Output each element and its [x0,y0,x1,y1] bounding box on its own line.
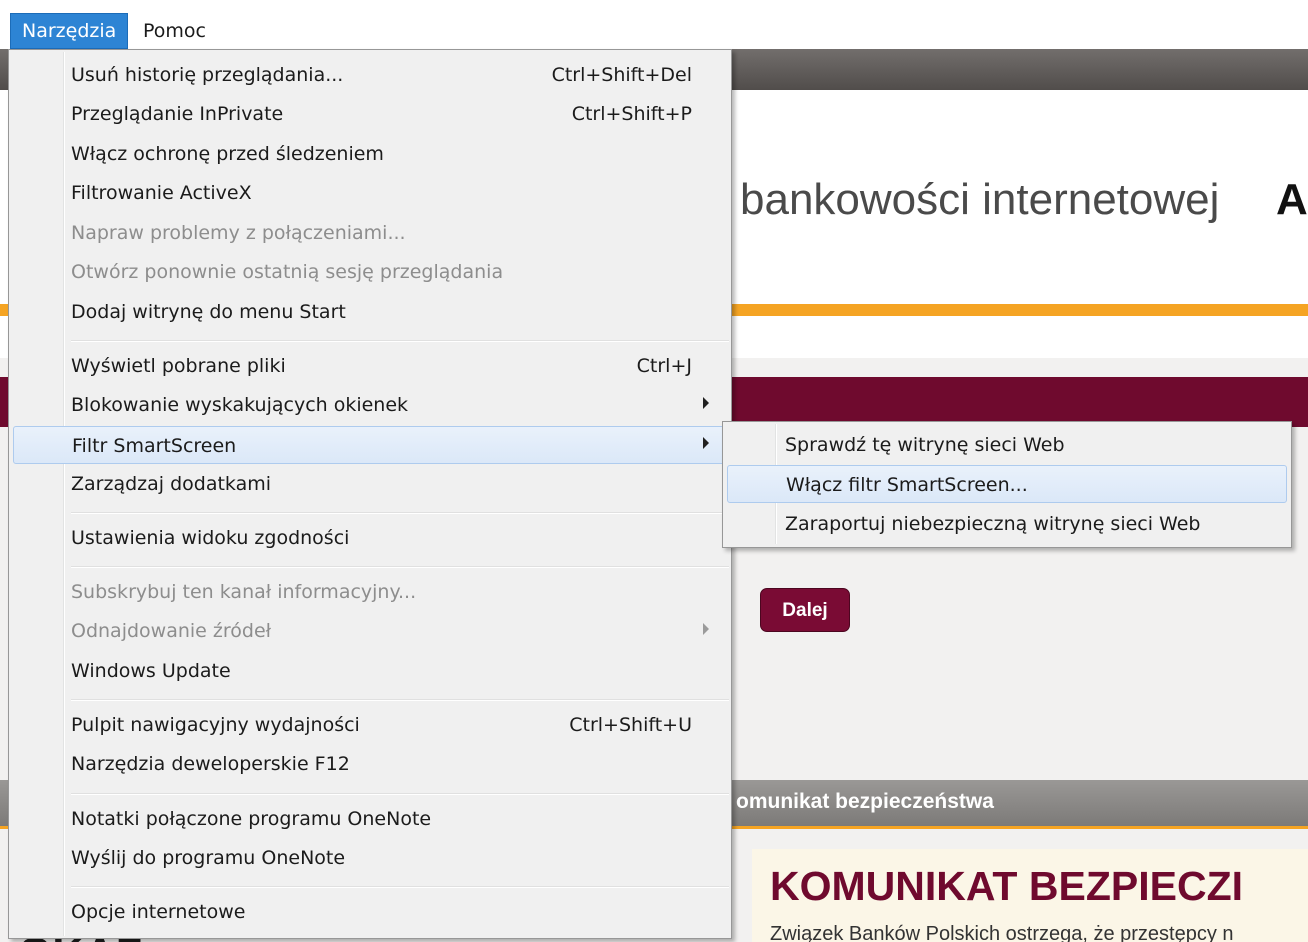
menu-item-label: Subskrybuj ten kanał informacyjny... [71,581,417,603]
menu-item-internet-options[interactable]: Opcje internetowe [13,893,727,931]
menu-narzedzia[interactable]: Narzędzia [10,13,129,49]
menu-item-label: Opcje internetowe [71,901,246,923]
submenu-item-enable-smartscreen[interactable]: Włącz filtr SmartScreen... [727,465,1287,503]
page-heading: bankowości internetowej [740,175,1220,224]
menu-item-tracking-protection[interactable]: Włącz ochronę przed śledzeniem [13,135,727,173]
menu-item-label: Pulpit nawigacyjny wydajności [71,714,360,736]
menu-item-label: Zarządzaj dodatkami [71,473,272,495]
menu-item-view-downloads[interactable]: Wyświetl pobrane pliki Ctrl+J [13,347,727,385]
security-notice-title: KOMUNIKAT BEZPIECZI [770,863,1244,909]
submenu-arrow-icon [703,623,709,635]
menu-item-label: Włącz ochronę przed śledzeniem [71,143,384,165]
menu-item-add-to-start[interactable]: Dodaj witrynę do menu Start [13,293,727,331]
smartscreen-submenu: Sprawdź tę witrynę sieci Web Włącz filtr… [722,421,1292,548]
menu-item-activex-filtering[interactable]: Filtrowanie ActiveX [13,174,727,212]
menu-item-shortcut: Ctrl+Shift+U [569,714,692,736]
menu-item-label: Blokowanie wyskakujących okienek [71,394,409,416]
menu-item-shortcut: Ctrl+Shift+P [571,103,692,125]
submenu-arrow-icon [703,437,709,449]
menu-item-label: Narzędzia deweloperskie F12 [71,753,350,775]
menu-item-smartscreen[interactable]: Filtr SmartScreen [13,426,727,464]
menu-item-feed-discovery: Odnajdowanie źródeł [13,612,727,650]
menu-separator [71,512,729,514]
screenshot-root: Narzędzia Pomoc bankowości internetowej … [0,0,1308,942]
security-notice-text: Związek Banków Polskich ostrzega, że prz… [770,923,1234,942]
menu-item-shortcut: Ctrl+Shift+Del [551,64,692,86]
menu-item-compatibility-view[interactable]: Ustawienia widoku zgodności [13,519,727,557]
menu-item-fix-connection: Napraw problemy z połączeniami... [13,214,727,252]
menu-separator [71,699,729,701]
menu-item-label: Ustawienia widoku zgodności [71,527,350,549]
menu-item-developer-tools[interactable]: Narzędzia deweloperskie F12 [13,745,727,783]
menu-item-label: Otwórz ponownie ostatnią sesję przegląda… [71,261,504,283]
menu-item-label: Zaraportuj niebezpieczną witrynę sieci W… [785,513,1201,535]
submenu-item-report-unsafe-site[interactable]: Zaraportuj niebezpieczną witrynę sieci W… [727,505,1287,543]
menu-bar: Narzędzia Pomoc [0,0,1308,49]
menu-item-inprivate[interactable]: Przeglądanie InPrivate Ctrl+Shift+P [13,95,727,133]
menu-item-label: Napraw problemy z połączeniami... [71,222,406,244]
menu-item-shortcut: Ctrl+J [636,355,692,377]
menu-item-windows-update[interactable]: Windows Update [13,652,727,690]
menu-item-popup-blocker[interactable]: Blokowanie wyskakujących okienek [13,386,727,424]
menu-item-subscribe-feed: Subskrybuj ten kanał informacyjny... [13,573,727,611]
tools-dropdown-menu: Usuń historię przeglądania... Ctrl+Shift… [8,49,732,939]
menu-item-label: Wyślij do programu OneNote [71,847,346,869]
menu-item-label: Windows Update [71,660,231,682]
page-heading-brand: A [1276,175,1308,224]
menu-item-manage-addons[interactable]: Zarządzaj dodatkami [13,465,727,503]
menu-item-delete-history[interactable]: Usuń historię przeglądania... Ctrl+Shift… [13,56,727,94]
submenu-item-check-site[interactable]: Sprawdź tę witrynę sieci Web [727,426,1287,464]
menu-item-send-to-onenote[interactable]: Wyślij do programu OneNote [13,839,727,877]
menu-item-label: Filtrowanie ActiveX [71,182,252,204]
menu-separator [71,340,729,342]
menu-item-performance-dashboard[interactable]: Pulpit nawigacyjny wydajności Ctrl+Shift… [13,706,727,744]
menu-item-label: Usuń historię przeglądania... [71,64,344,86]
menu-item-label: Filtr SmartScreen [72,435,237,457]
menu-separator [71,793,729,795]
menu-item-label: Włącz filtr SmartScreen... [786,474,1028,496]
menu-item-label: Odnajdowanie źródeł [71,620,272,642]
menu-pomoc[interactable]: Pomoc [131,13,218,49]
menu-item-label: Notatki połączone programu OneNote [71,808,432,830]
menu-item-onenote-linked-notes[interactable]: Notatki połączone programu OneNote [13,800,727,838]
menu-item-label: Przeglądanie InPrivate [71,103,284,125]
menu-item-label: Dodaj witrynę do menu Start [71,301,346,323]
next-button[interactable]: Dalej [760,588,850,632]
menu-item-label: Sprawdź tę witrynę sieci Web [785,434,1065,456]
menu-item-label: Wyświetl pobrane pliki [71,355,286,377]
menu-separator [71,886,729,888]
menu-separator [71,566,729,568]
security-notice-header-text: omunikat bezpieczeństwa [736,790,994,813]
submenu-arrow-icon [703,397,709,409]
menu-item-reopen-session: Otwórz ponownie ostatnią sesję przegląda… [13,253,727,291]
